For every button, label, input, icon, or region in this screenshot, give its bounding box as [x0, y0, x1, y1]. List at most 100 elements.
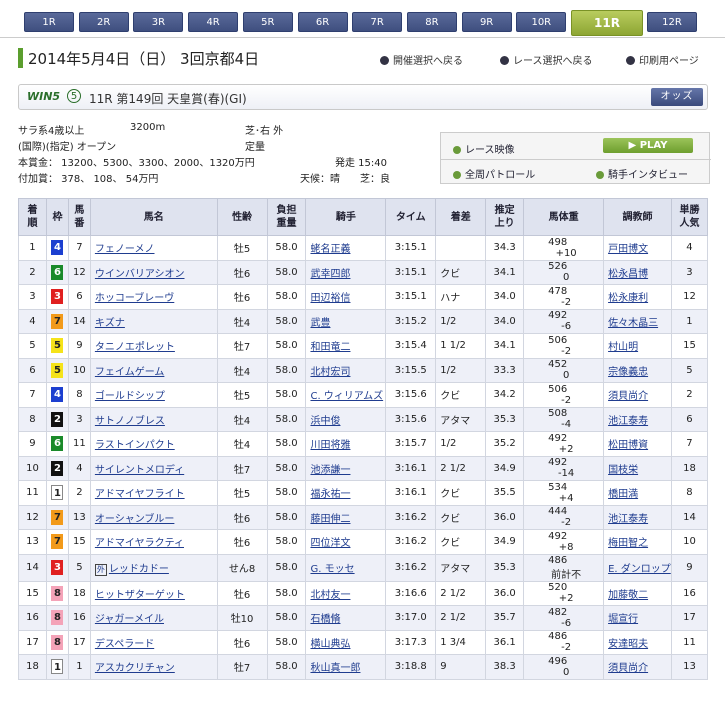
cell-last: 34.0 [485, 284, 525, 310]
race-tab-11R[interactable]: 11R [571, 10, 643, 36]
cell-jockey[interactable]: 藤田伸二 [305, 504, 387, 530]
cell-bw: 508-4 [523, 406, 605, 432]
race-tab-10R[interactable]: 10R [516, 12, 567, 32]
cell-jockey[interactable]: 北村友一 [305, 580, 387, 606]
cell-jockey[interactable]: 北村宏司 [305, 357, 387, 383]
cell-name[interactable]: アドマイヤラクティ [89, 529, 218, 555]
waku-badge: 8 [51, 585, 64, 601]
win5-leg-number: 5 [67, 89, 81, 103]
cell-margin: 2 1/2 [435, 605, 487, 631]
column-header: 着順 [18, 198, 47, 236]
race-tab-4R[interactable]: 4R [188, 12, 239, 32]
cell-jockey[interactable]: 秋山真一郎 [305, 654, 387, 680]
cell-pop: 6 [670, 406, 709, 432]
cell-jockey[interactable]: 石橋脩 [305, 605, 387, 631]
cell-trainer[interactable]: 戸田博文 [603, 235, 672, 261]
cell-trainer[interactable]: 松田博資 [603, 431, 672, 457]
cell-waku: 5 [45, 357, 69, 383]
cell-jockey[interactable]: G. モッセ [305, 553, 387, 582]
cell-num: 3 [67, 406, 91, 432]
cell-trainer[interactable]: 松永昌博 [603, 259, 672, 285]
cell-waku: 7 [45, 504, 69, 530]
race-tab-1R[interactable]: 1R [24, 12, 74, 32]
back-to-meeting-link[interactable]: 開催選択へ戻る [380, 52, 463, 67]
back-to-race-link[interactable]: レース選択へ戻る [500, 52, 593, 67]
cell-jockey[interactable]: 川田将雅 [305, 431, 387, 457]
table-row: 4 7 14 キズナ 牡4 58.0 武豊 3:15.2 1/2 34.0 492-6 佐々木晶三 1 [18, 308, 709, 334]
jockey-interview-link[interactable]: 騎手インタビュー [596, 166, 688, 181]
waku-badge: 2 [51, 460, 64, 476]
cell-time: 3:15.2 [385, 308, 437, 334]
cell-num: 8 [67, 382, 91, 408]
cell-sexage: 牡10 [216, 605, 268, 631]
race-tab-2R[interactable]: 2R [78, 12, 129, 32]
cell-name[interactable]: サイレントメロディ [89, 455, 218, 481]
cell-name[interactable]: ジャガーメイル [89, 605, 218, 631]
cell-trainer[interactable]: 橋田満 [603, 480, 672, 506]
cell-trainer[interactable]: 須貝尚介 [603, 654, 672, 680]
cell-name[interactable]: フェノーメノ [89, 235, 218, 261]
cell-jockey[interactable]: 蛯名正義 [305, 235, 387, 261]
cell-name[interactable]: キズナ [89, 308, 218, 334]
race-tab-6R[interactable]: 6R [297, 12, 348, 32]
print-page-link[interactable]: 印刷用ページ [626, 52, 699, 67]
cell-jockey[interactable]: 福永祐一 [305, 480, 387, 506]
cell-jockey[interactable]: 和田竜二 [305, 333, 387, 359]
cell-trainer[interactable]: 松永康利 [603, 284, 672, 310]
cell-sexage: 牡7 [216, 654, 268, 680]
cell-pos: 11 [18, 480, 47, 506]
column-header: 性齢 [216, 198, 268, 236]
cell-trainer[interactable]: 堀宣行 [603, 605, 672, 631]
cell-name[interactable]: アスカクリチャン [89, 654, 218, 680]
cell-name[interactable]: アドマイヤフライト [89, 480, 218, 506]
cell-time: 3:15.1 [385, 235, 437, 261]
cell-sexage: 牡4 [216, 431, 268, 457]
cell-name[interactable]: ラストインパクト [89, 431, 218, 457]
patrol-video-link[interactable]: 全周パトロール [453, 166, 535, 181]
cell-name[interactable]: ヒットザターゲット [89, 580, 218, 606]
cell-jockey[interactable]: 横山典弘 [305, 629, 387, 655]
cell-last: 34.1 [485, 259, 525, 285]
cell-trainer[interactable]: 池江泰寿 [603, 504, 672, 530]
cell-margin: アタマ [435, 406, 487, 432]
odds-button[interactable]: オッズ [651, 88, 703, 106]
cell-num: 12 [67, 259, 91, 285]
cell-jockey[interactable]: 武豊 [305, 308, 387, 334]
cell-name[interactable]: ウインバリアシオン [89, 259, 218, 285]
cell-jockey[interactable]: C. ウィリアムズ [305, 382, 387, 408]
cell-name[interactable]: ゴールドシップ [89, 382, 218, 408]
cell-trainer[interactable]: 須貝尚介 [603, 382, 672, 408]
race-tab-3R[interactable]: 3R [133, 12, 184, 32]
cell-name[interactable]: ホッコーブレーヴ [89, 284, 218, 310]
cell-name[interactable]: タニノエポレット [89, 333, 218, 359]
cell-trainer[interactable]: 佐々木晶三 [603, 308, 672, 334]
cell-trainer[interactable]: 池江泰寿 [603, 406, 672, 432]
cell-jockey[interactable]: 浜中俊 [305, 406, 387, 432]
race-tab-5R[interactable]: 5R [242, 12, 293, 32]
race-tab-9R[interactable]: 9R [461, 12, 512, 32]
cell-trainer[interactable]: 国枝栄 [603, 455, 672, 481]
race-tab-7R[interactable]: 7R [352, 12, 403, 32]
cell-name[interactable]: フェイムゲーム [89, 357, 218, 383]
race-tab-8R[interactable]: 8R [406, 12, 457, 32]
cell-jockey[interactable]: 四位洋文 [305, 529, 387, 555]
race-video-link[interactable]: レース映像 [453, 141, 515, 156]
cell-name[interactable]: デスペラード [89, 629, 218, 655]
cell-name[interactable]: オーシャンブルー [89, 504, 218, 530]
cell-jockey[interactable]: 武幸四郎 [305, 259, 387, 285]
cell-trainer[interactable]: 宗像義忠 [603, 357, 672, 383]
cell-name[interactable]: サトノノブレス [89, 406, 218, 432]
cell-jockey[interactable]: 田辺裕信 [305, 284, 387, 310]
race-tab-12R[interactable]: 12R [647, 12, 697, 32]
cell-trainer[interactable]: 安達昭夫 [603, 629, 672, 655]
column-header: タイム [385, 198, 437, 236]
play-button[interactable]: ▶ PLAY [603, 138, 693, 153]
cell-trainer[interactable]: 梅田智之 [603, 529, 672, 555]
cell-num: 14 [67, 308, 91, 334]
cell-trainer[interactable]: E. ダンロップ [603, 553, 672, 582]
cell-trainer[interactable]: 加藤敬二 [603, 580, 672, 606]
cell-jockey[interactable]: 池添謙一 [305, 455, 387, 481]
cell-trainer[interactable]: 村山明 [603, 333, 672, 359]
cell-time: 3:15.7 [385, 431, 437, 457]
cell-name[interactable]: 外レッドカドー [89, 553, 218, 582]
